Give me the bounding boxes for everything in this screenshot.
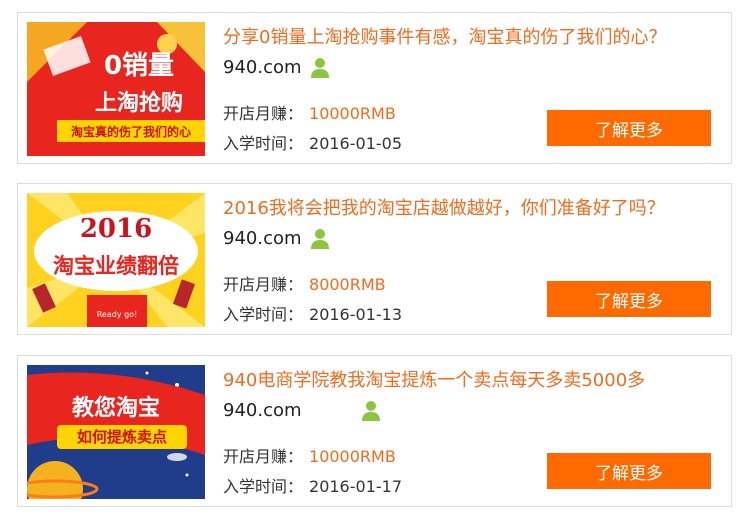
date-row: 入学时间： 2016-01-13 xyxy=(223,301,402,325)
date-row: 入学时间： 2016-01-05 xyxy=(223,130,402,154)
course-title-link[interactable]: 分享0销量上淘抢购事件有感，淘宝真的伤了我们的心？ xyxy=(223,23,666,49)
date-row: 入学时间： 2016-01-17 xyxy=(223,473,402,497)
user-icon xyxy=(311,229,329,249)
course-thumbnail[interactable]: 2016 淘宝业绩翻倍 Ready go! xyxy=(27,193,205,327)
income-label: 开店月赚： xyxy=(223,447,304,466)
thumb-line2: 如何提炼卖点 xyxy=(77,428,167,446)
thumb-line1: 2016 xyxy=(80,214,152,244)
thumb-line2: 淘宝业绩翻倍 xyxy=(53,254,179,278)
date-label: 入学时间： xyxy=(223,134,304,153)
income-label: 开店月赚： xyxy=(223,275,304,294)
learn-more-button[interactable]: 了解更多 xyxy=(547,453,711,489)
user-icon xyxy=(362,401,380,421)
date-label: 入学时间： xyxy=(223,477,304,496)
course-thumbnail[interactable]: 教您淘宝 如何提炼卖点 xyxy=(27,365,205,499)
learn-more-button[interactable]: 了解更多 xyxy=(547,110,711,146)
date-value: 2016-01-13 xyxy=(309,305,402,324)
thumb-line3: 淘宝真的伤了我们的心 xyxy=(71,124,191,139)
income-value: 8000RMB xyxy=(309,275,386,294)
thumb-line1: 教您淘宝 xyxy=(72,395,160,421)
course-card: 2016 淘宝业绩翻倍 Ready go! 2016我将会把我的淘宝店越做越好，… xyxy=(17,183,732,335)
author-text: 940.com xyxy=(223,57,302,78)
thumb-line2: 上淘抢购 xyxy=(95,90,183,116)
course-thumbnail[interactable]: 0销量 上淘抢购 淘宝真的伤了我们的心 xyxy=(27,22,205,156)
course-title-link[interactable]: 2016我将会把我的淘宝店越做越好，你们准备好了吗？ xyxy=(223,194,665,220)
income-row: 开店月赚： 10000RMB xyxy=(223,100,396,124)
income-row: 开店月赚： 8000RMB xyxy=(223,271,386,295)
author-text: 940.com xyxy=(223,400,302,421)
date-value: 2016-01-05 xyxy=(309,134,402,153)
thumb-line1: 0销量 xyxy=(104,51,174,81)
author-text: 940.com xyxy=(223,228,302,249)
income-value: 10000RMB xyxy=(309,447,396,466)
learn-more-button[interactable]: 了解更多 xyxy=(547,281,711,317)
course-card: 0销量 上淘抢购 淘宝真的伤了我们的心 分享0销量上淘抢购事件有感，淘宝真的伤了… xyxy=(17,12,732,164)
user-icon xyxy=(311,58,329,78)
income-row: 开店月赚： 10000RMB xyxy=(223,443,396,467)
date-value: 2016-01-17 xyxy=(309,477,402,496)
course-title-link[interactable]: 940电商学院教我淘宝提炼一个卖点每天多卖5000多 xyxy=(223,366,645,392)
income-label: 开店月赚： xyxy=(223,104,304,123)
income-value: 10000RMB xyxy=(309,104,396,123)
thumb-line3: Ready go! xyxy=(97,310,138,319)
course-card: 教您淘宝 如何提炼卖点 940电商学院教我淘宝提炼一个卖点每天多卖5000多 9… xyxy=(17,355,732,507)
date-label: 入学时间： xyxy=(223,305,304,324)
